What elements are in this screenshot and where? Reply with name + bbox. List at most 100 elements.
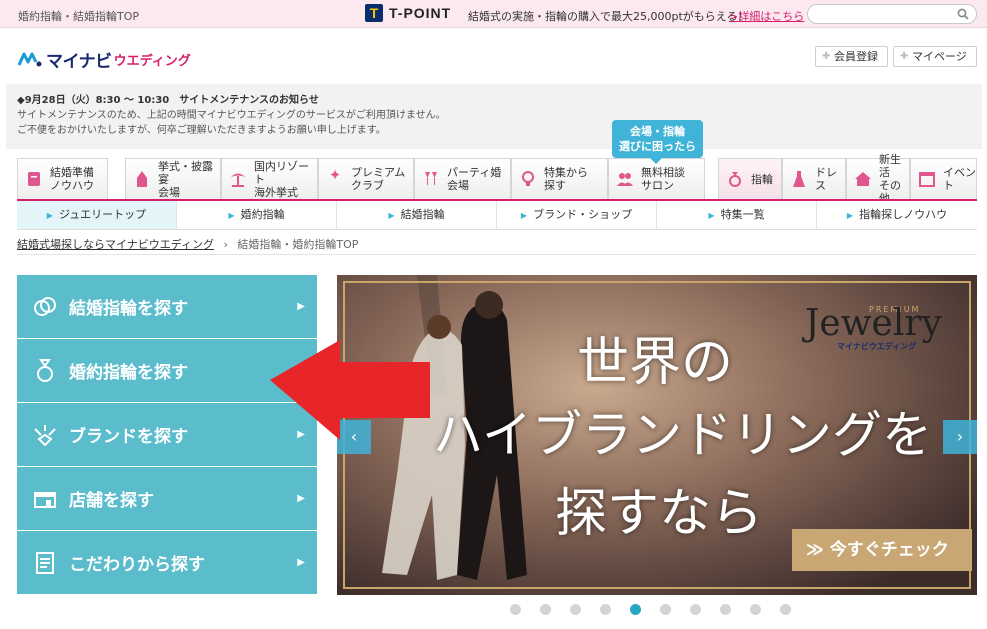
subnav-label: 特集一覧 xyxy=(720,208,765,221)
mynavi-mark-icon xyxy=(17,52,42,67)
nav-item-venue[interactable]: 挙式・披露宴 会場 xyxy=(125,158,221,199)
nav-label: イベント xyxy=(943,166,976,192)
nav-item-ring[interactable]: 指輪 xyxy=(718,158,782,199)
triangle-right-icon: ▶ xyxy=(388,211,395,220)
carousel-dot[interactable] xyxy=(570,604,581,615)
search-input[interactable] xyxy=(816,5,956,23)
triangle-right-icon: ▶ xyxy=(46,211,53,220)
tpoint-message: 結婚式の実施・指輪の購入で最大25,000ptがもらえる！ xyxy=(468,10,749,23)
banner-jewelry-logo: Jewelry xyxy=(805,303,942,344)
breadcrumb-home-link[interactable]: 結婚式場探しならマイナビウエディング xyxy=(17,238,214,251)
nav-item-newlife[interactable]: 新生活その他 xyxy=(846,153,910,205)
nav-label: 指輪 xyxy=(751,172,773,186)
nav-label: 結婚準備 xyxy=(50,166,94,179)
subnav-label: 結婚指輪 xyxy=(400,208,445,221)
red-arrow-icon xyxy=(270,340,430,440)
nav-label: プレミアム xyxy=(351,166,406,179)
subnav-label: 指輪探しノウハウ xyxy=(859,208,948,221)
banner-cta-button[interactable]: ≫ 今すぐチェック xyxy=(792,529,972,571)
nav-item-salon[interactable]: 無料相談 サロン xyxy=(608,158,705,199)
checklist-icon xyxy=(36,551,54,574)
subnav-item-features[interactable]: ▶ 特集一覧 xyxy=(657,201,817,229)
carousel-dot[interactable] xyxy=(660,604,671,615)
notice-line: ご不便をおかけいたしますが、何卒ご理解いただきますようお願い申し上げます。 xyxy=(17,125,386,136)
tpoint-logo-icon: T xyxy=(365,4,383,22)
menu-label: ブランドを探す xyxy=(69,427,188,447)
carousel-dot[interactable] xyxy=(750,604,761,615)
nav-label: 挙式・披露宴 xyxy=(158,159,213,186)
breadcrumb-separator: › xyxy=(223,238,228,251)
glasses-icon xyxy=(425,172,437,185)
search-icon[interactable] xyxy=(957,8,969,20)
breadcrumb: 結婚式場探しならマイナビウエディング › 結婚指輪・婚約指輪TOP xyxy=(17,236,358,252)
notice-line: サイトメンテナンスのため、上記の時間マイナビウエディングのサービスがご利用頂けま… xyxy=(17,110,446,121)
palm-tree-icon xyxy=(231,173,245,187)
breadcrumb-current: 結婚指輪・婚約指輪TOP xyxy=(237,238,359,251)
plus-icon: ✚ xyxy=(900,51,909,62)
sparkle-ring-icon xyxy=(34,424,56,446)
carousel-dot[interactable] xyxy=(540,604,551,615)
carousel-dots xyxy=(510,604,810,616)
nav-label: 海外挙式 xyxy=(254,185,298,199)
plus-icon: ✚ xyxy=(822,51,831,62)
subnav-item-jewelry-top[interactable]: ▶ ジュエリートップ xyxy=(17,201,177,229)
subnav-item-wedding[interactable]: ▶ 結婚指輪 xyxy=(337,201,497,229)
maintenance-notice: ◆9月28日（火）8:30 ～ 10:30 サイトメンテナンスのお知らせ サイト… xyxy=(6,84,982,149)
menu-wedding-ring[interactable]: 結婚指輪を探す ▶ xyxy=(17,275,317,338)
carousel-dot[interactable] xyxy=(510,604,521,615)
search-box xyxy=(807,4,977,24)
logo-subtext: ウエディング xyxy=(113,53,191,69)
register-label: 会員登録 xyxy=(834,50,878,63)
shop-icon xyxy=(34,491,56,508)
hero-banner[interactable]: PREMIUM Jewelry マイナビウエディング 世界の ハイブランドリング… xyxy=(337,275,977,595)
carousel-dot[interactable] xyxy=(690,604,701,615)
nav-item-party[interactable]: パーティ婚 会場 xyxy=(414,158,511,199)
site-logo[interactable]: マイナビ ウエディング xyxy=(17,47,191,72)
banner-headline: 世界の xyxy=(577,333,734,393)
nav-label: 会場 xyxy=(158,185,180,199)
nav-item-feature[interactable]: 特集から 探す xyxy=(511,158,608,199)
carousel-next-button[interactable]: › xyxy=(943,420,977,454)
triangle-right-icon: ▶ xyxy=(228,211,235,220)
notebook-icon xyxy=(28,172,40,186)
chevron-right-icon: ▶ xyxy=(297,493,305,504)
nav-label: ノウハウ xyxy=(50,179,94,192)
menu-shop[interactable]: 店舗を探す ▶ xyxy=(17,467,317,530)
mypage-button[interactable]: ✚ マイページ xyxy=(893,46,977,67)
carousel-dot[interactable] xyxy=(600,604,611,615)
nav-item-preparation[interactable]: 結婚準備 ノウハウ xyxy=(17,158,108,199)
carousel-dot[interactable] xyxy=(630,604,641,615)
subnav-item-knowhow[interactable]: ▶ 指輪探しノウハウ xyxy=(817,201,977,229)
tooltip-text: 会場・指輪 xyxy=(630,125,685,138)
nav-label: 特集から xyxy=(544,166,588,179)
nav-label: パーティ婚 xyxy=(447,166,502,179)
tpoint-name: T-POINT xyxy=(389,5,452,21)
sub-nav: ▶ ジュエリートップ ▶ 婚約指輪 ▶ 結婚指輪 ▶ ブランド・ショップ ▶ 特集一覧 ▶… xyxy=(17,201,977,230)
divider xyxy=(17,254,977,255)
chevron-right-icon: ▶ xyxy=(297,301,305,312)
menu-label: 結婚指輪を探す xyxy=(69,299,188,319)
nav-item-premium[interactable]: ✦ プレミアム クラブ xyxy=(318,158,414,199)
diamond-ring-icon xyxy=(37,358,53,382)
menu-label: 店舗を探す xyxy=(69,491,154,511)
carousel-dot[interactable] xyxy=(720,604,731,615)
nav-item-dress[interactable]: ドレス xyxy=(782,158,846,199)
nav-label: 新生活 xyxy=(879,153,901,179)
house-icon xyxy=(855,172,871,186)
nav-item-resort[interactable]: 国内リゾート 海外挙式 xyxy=(221,158,318,199)
triangle-right-icon: ▶ xyxy=(520,211,528,220)
nav-label: 国内リゾート xyxy=(254,159,309,186)
subnav-item-engagement[interactable]: ▶ 婚約指輪 xyxy=(177,201,337,229)
nav-label: クラブ xyxy=(351,179,384,192)
chevron-right-icon: ▶ xyxy=(297,557,305,568)
carousel-dot[interactable] xyxy=(780,604,791,615)
two-rings-icon xyxy=(34,296,56,316)
menu-preference[interactable]: こだわりから探す ▶ xyxy=(17,531,317,594)
nav-label: 会場 xyxy=(447,179,469,192)
tpoint-detail-link[interactable]: >詳細はこちら xyxy=(729,8,804,24)
dress-icon xyxy=(793,171,805,187)
nav-item-event[interactable]: イベント xyxy=(910,158,977,199)
register-button[interactable]: ✚ 会員登録 xyxy=(815,46,888,67)
subnav-item-brand[interactable]: ▶ ブランド・ショップ xyxy=(497,201,657,229)
lightbulb-icon xyxy=(522,171,534,186)
